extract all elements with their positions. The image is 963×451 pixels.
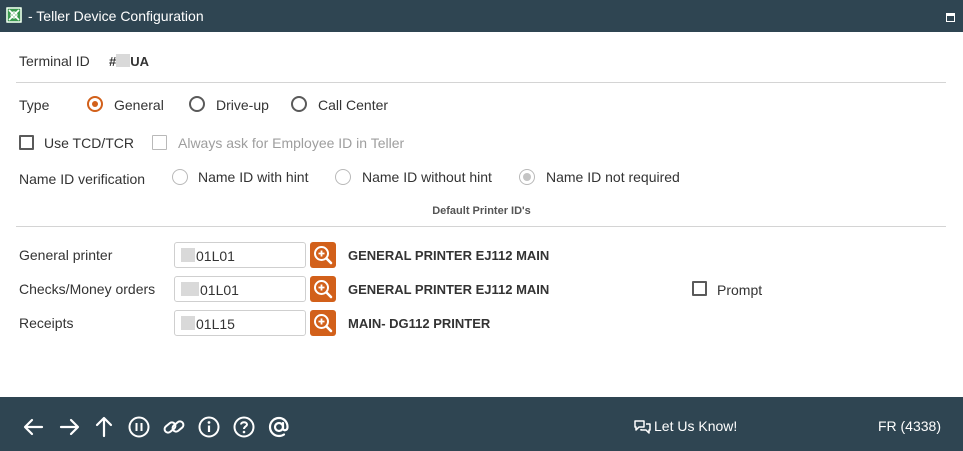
name-id-without-hint-radio: [335, 169, 351, 185]
prompt-label[interactable]: Prompt: [717, 282, 762, 298]
redacted-mask: [181, 282, 199, 296]
forward-arrow-icon[interactable]: [56, 414, 82, 440]
name-id-not-required-radio: [519, 169, 535, 185]
type-call-center-radio[interactable]: [291, 96, 307, 112]
receipts-printer-name: MAIN- DG112 PRINTER: [348, 316, 491, 331]
receipts-printer-id-value: 01L15: [196, 316, 235, 332]
at-sign-icon[interactable]: [266, 414, 292, 440]
maximize-window-button[interactable]: [946, 13, 955, 22]
footer-toolbar: Let Us Know! FR (4338): [0, 397, 963, 451]
use-tcd-label[interactable]: Use TCD/TCR: [44, 135, 134, 151]
receipts-label: Receipts: [19, 315, 74, 331]
general-printer-label: General printer: [19, 247, 113, 263]
magnifier-plus-icon: [314, 314, 333, 333]
info-icon[interactable]: [196, 414, 222, 440]
redacted-mask: [116, 54, 131, 67]
redacted-mask: [181, 248, 195, 262]
type-drive-up-radio[interactable]: [189, 96, 205, 112]
name-id-with-hint-radio: [172, 169, 188, 185]
checks-money-orders-label: Checks/Money orders: [19, 281, 156, 297]
terminal-id-value: # UA: [109, 54, 149, 69]
type-call-center-label[interactable]: Call Center: [318, 97, 388, 113]
divider: [16, 82, 946, 83]
help-icon[interactable]: [231, 414, 257, 440]
checks-money-orders-printer-name: GENERAL PRINTER EJ112 MAIN: [348, 282, 550, 297]
receipts-printer-lookup-button[interactable]: [310, 310, 336, 336]
status-code: FR (4338): [877, 418, 941, 434]
checks-money-orders-id-input[interactable]: 01L01: [174, 276, 306, 302]
pause-icon[interactable]: [126, 414, 152, 440]
magnifier-plus-icon: [314, 246, 333, 265]
general-printer-id-input[interactable]: 01L01: [174, 242, 306, 268]
checks-money-orders-id-value: 01L01: [200, 282, 239, 298]
general-printer-id-value: 01L01: [196, 248, 235, 264]
name-id-verification-label: Name ID verification: [19, 171, 146, 187]
always-ask-employee-id-checkbox: [152, 135, 167, 150]
redacted-mask: [181, 316, 195, 330]
link-icon[interactable]: [161, 414, 187, 440]
back-arrow-icon[interactable]: [21, 414, 47, 440]
let-us-know-button[interactable]: Let Us Know!: [633, 418, 737, 435]
up-arrow-icon[interactable]: [91, 414, 117, 440]
type-drive-up-label[interactable]: Drive-up: [216, 97, 269, 113]
type-general-label[interactable]: General: [114, 97, 164, 113]
general-printer-lookup-button[interactable]: [310, 242, 336, 268]
terminal-id-label: Terminal ID: [19, 53, 90, 69]
receipts-printer-id-input[interactable]: 01L15: [174, 310, 306, 336]
prompt-checkbox[interactable]: [692, 281, 707, 296]
general-printer-name: GENERAL PRINTER EJ112 MAIN: [348, 248, 550, 263]
title-bar: - Teller Device Configuration: [0, 0, 963, 32]
name-id-without-hint-label: Name ID without hint: [362, 169, 492, 185]
terminal-id-suffix: UA: [130, 54, 150, 69]
checks-money-orders-lookup-button[interactable]: [310, 276, 336, 302]
window-title: - Teller Device Configuration: [28, 8, 204, 24]
default-printer-ids-heading: Default Printer ID's: [432, 205, 531, 217]
type-label: Type: [19, 97, 50, 113]
app-logo-icon: [6, 7, 22, 23]
let-us-know-label: Let Us Know!: [654, 418, 738, 434]
type-general-radio[interactable]: [87, 96, 103, 112]
divider: [16, 226, 946, 227]
terminal-id-prefix: #: [109, 54, 117, 69]
use-tcd-checkbox[interactable]: [19, 135, 34, 150]
name-id-with-hint-label: Name ID with hint: [198, 169, 309, 185]
name-id-not-required-label: Name ID not required: [546, 169, 680, 185]
chat-bubbles-icon: [634, 420, 651, 434]
always-ask-employee-id-label: Always ask for Employee ID in Teller: [178, 135, 405, 151]
magnifier-plus-icon: [314, 280, 333, 299]
